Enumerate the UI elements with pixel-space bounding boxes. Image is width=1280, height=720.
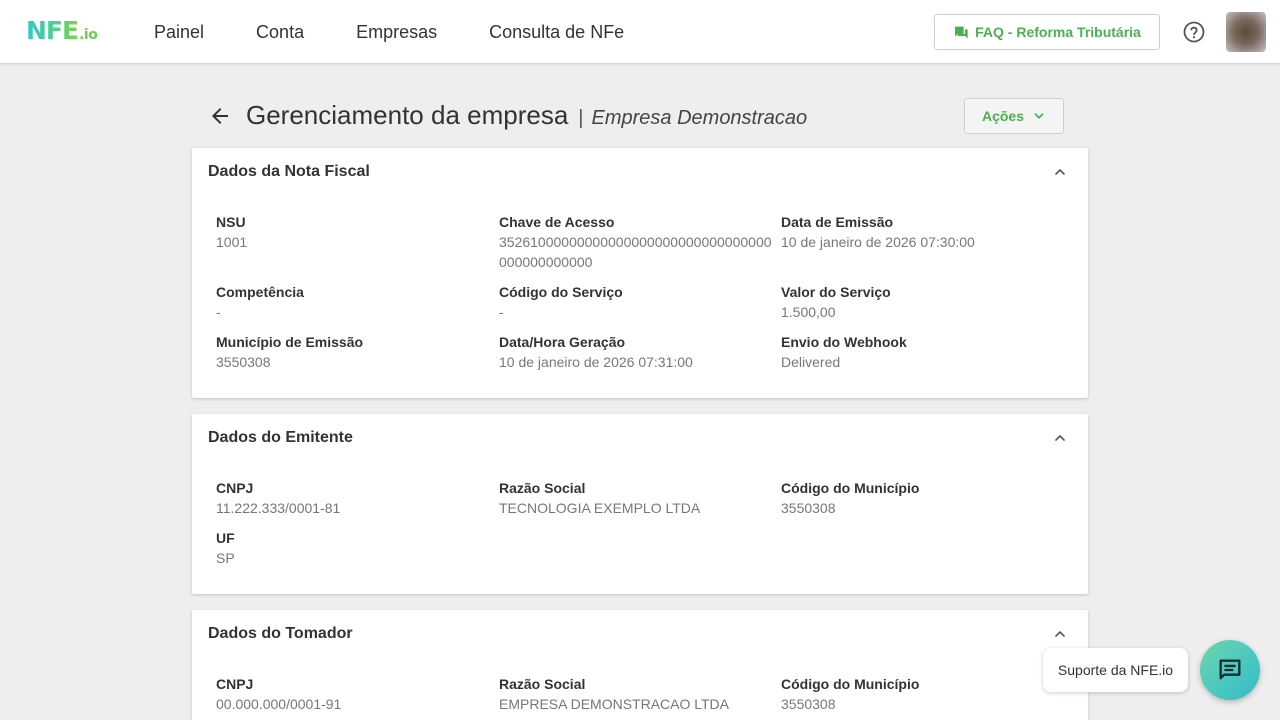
field-value: 00.000.000/0001-91: [216, 696, 342, 712]
card-dados-emitente: Dados do Emitente CNPJ 11.222.333/0001-8…: [192, 414, 1088, 594]
card-dados-tomador: Dados do Tomador CNPJ 00.000.000/0001-91…: [192, 610, 1088, 720]
field-value: Delivered: [781, 354, 841, 370]
chevron-up-icon[interactable]: [1052, 430, 1068, 446]
nav-item-consulta-nfe[interactable]: Consulta de NFe: [463, 0, 650, 64]
field-uf: UF SP: [216, 528, 496, 568]
field-value: 1001: [216, 234, 248, 250]
logo-text: NFE: [26, 16, 79, 45]
field-label: Data/Hora Geração: [499, 334, 626, 350]
field-value: 1.500,00: [781, 304, 836, 320]
field-valor-servico: Valor do Serviço 1.500,00: [781, 282, 1061, 322]
field-competencia: Competência -: [216, 282, 496, 322]
user-avatar[interactable]: [1226, 12, 1266, 52]
card-header-nota[interactable]: Dados da Nota Fiscal: [192, 148, 1088, 196]
field-label: CNPJ: [216, 676, 254, 692]
field-chave-acesso: Chave de Acesso 352610000000000000000000…: [499, 212, 774, 272]
field-razao-social: Razão Social EMPRESA DEMONSTRACAO LTDA: [499, 674, 779, 714]
field-envio-webhook: Envio do Webhook Delivered: [781, 332, 1061, 372]
field-label: Valor do Serviço: [781, 284, 891, 300]
field-value: 3550308: [781, 696, 836, 712]
nfe-io-logo[interactable]: NFE .io: [26, 17, 110, 45]
page-title: Gerenciamento da empresa | Empresa Demon…: [246, 100, 807, 132]
field-value: SP: [216, 550, 235, 566]
support-label-text: Suporte da NFE.io: [1057, 662, 1174, 678]
card-title: Dados da Nota Fiscal: [208, 163, 370, 180]
field-label: CNPJ: [216, 480, 254, 496]
field-label: UF: [216, 530, 235, 546]
field-value: EMPRESA DEMONSTRACAO LTDA: [499, 696, 730, 712]
faq-button-label: FAQ - Reforma Tributária: [975, 24, 1141, 40]
chevron-down-icon: [1034, 113, 1044, 119]
field-value: -: [216, 304, 221, 320]
field-label: Envio do Webhook: [781, 334, 907, 350]
title-separator: |: [578, 107, 584, 129]
nav-item-painel[interactable]: Painel: [128, 0, 230, 64]
field-label: Competência: [216, 284, 304, 300]
field-label: Código do Município: [781, 676, 920, 692]
field-label: Razão Social: [499, 676, 586, 692]
page-title-text: Gerenciamento da empresa: [246, 100, 569, 130]
field-label: Código do Serviço: [499, 284, 623, 300]
field-value: 10 de janeiro de 2026 07:31:00: [499, 354, 693, 370]
chat-icon: [1219, 659, 1241, 680]
nav-item-conta[interactable]: Conta: [230, 0, 330, 64]
logo-suffix: .io: [79, 27, 98, 43]
field-codigo-municipio: Código do Município 3550308: [781, 478, 1061, 518]
top-navigation-bar: NFE .io Painel Conta Empresas Consulta d…: [0, 0, 1280, 64]
nav-item-empresas[interactable]: Empresas: [330, 0, 463, 64]
field-data-hora-geracao: Data/Hora Geração 10 de janeiro de 2026 …: [499, 332, 779, 372]
field-value: TECNOLOGIA EXEMPLO LTDA: [499, 500, 701, 516]
chevron-up-icon[interactable]: [1052, 626, 1068, 642]
company-name: Empresa Demonstracao: [591, 107, 808, 129]
field-value: 3550308: [781, 500, 836, 516]
field-label: Município de Emissão: [216, 334, 364, 350]
field-label: Código do Município: [781, 480, 920, 496]
field-label: Chave de Acesso: [499, 214, 615, 230]
field-cnpj: CNPJ 11.222.333/0001-81: [216, 478, 496, 518]
support-chat-button[interactable]: [1200, 640, 1260, 700]
support-label[interactable]: Suporte da NFE.io: [1043, 648, 1188, 692]
card-header-tomador[interactable]: Dados do Tomador: [192, 610, 1088, 658]
field-municipio-emissao: Município de Emissão 3550308: [216, 332, 496, 372]
field-nsu: NSU 1001: [216, 212, 496, 252]
card-title: Dados do Tomador: [208, 625, 353, 642]
field-value: 11.222.333/0001-81: [216, 500, 341, 516]
field-cnpj: CNPJ 00.000.000/0001-91: [216, 674, 496, 714]
field-value: 3550308: [216, 354, 271, 370]
field-value: -: [499, 304, 504, 320]
card-title: Dados do Emitente: [208, 429, 353, 446]
actions-label: Ações: [981, 108, 1025, 124]
field-codigo-servico: Código do Serviço -: [499, 282, 779, 322]
main-nav: Painel Conta Empresas Consulta de NFe: [128, 0, 650, 64]
card-header-emitente[interactable]: Dados do Emitente: [192, 414, 1088, 462]
chevron-up-icon[interactable]: [1052, 164, 1068, 180]
field-data-emissao: Data de Emissão 10 de janeiro de 2026 07…: [781, 212, 1061, 252]
chat-bubble-icon: [955, 26, 968, 39]
field-razao-social: Razão Social TECNOLOGIA EXEMPLO LTDA: [499, 478, 779, 518]
field-label: Razão Social: [499, 480, 586, 496]
field-value: 10 de janeiro de 2026 07:30:00: [781, 234, 975, 250]
faq-reforma-button[interactable]: FAQ - Reforma Tributária: [934, 14, 1160, 50]
help-icon[interactable]: [1182, 20, 1206, 44]
field-value: 3526100000000000000000000000000000000000…: [499, 234, 772, 270]
field-codigo-municipio: Código do Município 3550308: [781, 674, 1061, 714]
back-arrow-icon[interactable]: [208, 104, 232, 128]
card-dados-nota-fiscal: Dados da Nota Fiscal NSU 1001 Chave de A…: [192, 148, 1088, 398]
field-label: Data de Emissão: [781, 214, 894, 230]
field-label: NSU: [216, 214, 246, 230]
actions-dropdown-button[interactable]: Ações: [964, 98, 1064, 134]
